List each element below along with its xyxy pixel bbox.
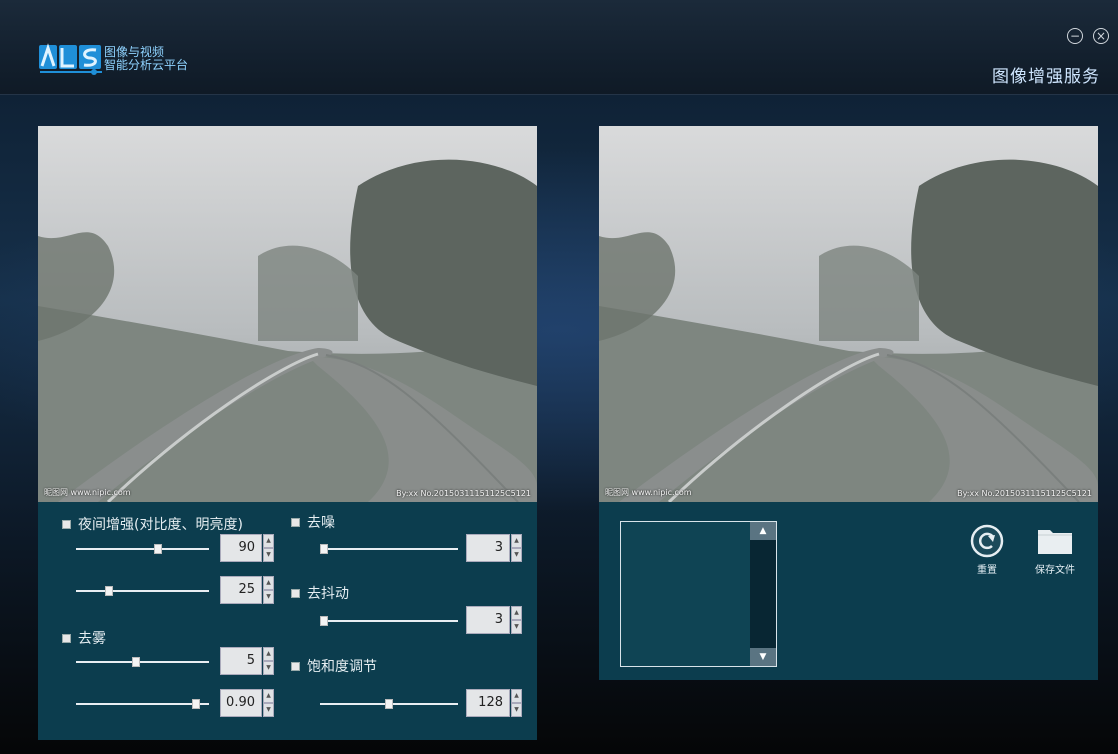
defog-strength-stepper[interactable]: ▲ ▼ xyxy=(263,647,274,675)
result-image-view: 昵图网 www.nipic.com By:xx No.2015031115112… xyxy=(599,126,1098,502)
deshake-checkbox[interactable]: 去抖动 xyxy=(291,583,349,603)
defog-ratio-slider-thumb[interactable] xyxy=(191,699,200,709)
defog-strength-slider[interactable] xyxy=(76,655,209,669)
saturation-slider[interactable] xyxy=(320,697,458,711)
decrease-icon[interactable]: ▼ xyxy=(511,548,522,562)
source-panel: 昵图网 www.nipic.com By:xx No.2015031115112… xyxy=(38,126,537,740)
result-foggy-road-image xyxy=(599,126,1098,502)
increase-icon[interactable]: ▲ xyxy=(263,647,274,661)
source-watermark-right: By:xx No.20150311151125C5121 xyxy=(396,489,531,498)
defog-strength-slider-thumb[interactable] xyxy=(131,657,140,667)
saturation-box[interactable] xyxy=(291,661,300,671)
defog-strength-value[interactable]: 5 xyxy=(220,647,262,675)
decrease-icon[interactable]: ▼ xyxy=(263,548,274,562)
saturation-checkbox[interactable]: 饱和度调节 xyxy=(291,656,377,676)
increase-icon[interactable]: ▲ xyxy=(511,606,522,620)
increase-icon[interactable]: ▲ xyxy=(511,534,522,548)
saturation-value[interactable]: 128 xyxy=(466,689,510,717)
defog-checkbox[interactable]: 去雾 xyxy=(62,628,106,648)
increase-icon[interactable]: ▲ xyxy=(263,534,274,548)
deshake-slider-track xyxy=(320,620,458,622)
increase-icon[interactable]: ▲ xyxy=(263,576,274,590)
saturation-label: 饱和度调节 xyxy=(307,659,377,675)
decrease-icon[interactable]: ▼ xyxy=(511,703,522,717)
defog-ratio-slider[interactable] xyxy=(76,697,209,711)
decrease-icon[interactable]: ▼ xyxy=(263,661,274,675)
deshake-slider[interactable] xyxy=(320,614,458,628)
denoise-spinbox[interactable]: 3 ▲ ▼ xyxy=(466,534,522,562)
defog-strength-slider-track xyxy=(76,661,209,663)
brightness-slider[interactable] xyxy=(76,584,209,598)
brightness-value[interactable]: 25 xyxy=(220,576,262,604)
reset-icon xyxy=(970,524,1004,558)
denoise-slider-track xyxy=(320,548,458,550)
brightness-spinbox[interactable]: 25 ▲ ▼ xyxy=(220,576,274,604)
defog-ratio-slider-track xyxy=(76,703,209,705)
denoise-value[interactable]: 3 xyxy=(466,534,510,562)
denoise-box[interactable] xyxy=(291,517,300,527)
brightness-stepper[interactable]: ▲ ▼ xyxy=(263,576,274,604)
result-panel: 昵图网 www.nipic.com By:xx No.2015031115112… xyxy=(599,126,1098,680)
denoise-slider[interactable] xyxy=(320,542,458,556)
minimize-icon[interactable]: − xyxy=(1067,28,1083,44)
deshake-slider-thumb[interactable] xyxy=(320,616,329,626)
decrease-icon[interactable]: ▼ xyxy=(263,590,274,604)
night-enhance-box[interactable] xyxy=(62,519,71,529)
scroll-down-icon[interactable]: ▼ xyxy=(750,648,776,666)
result-watermark-right: By:xx No.20150311151125C5121 xyxy=(957,489,1092,498)
denoise-slider-thumb[interactable] xyxy=(320,544,329,554)
deshake-stepper[interactable]: ▲ ▼ xyxy=(511,606,522,634)
saturation-slider-thumb[interactable] xyxy=(385,699,393,709)
reset-button[interactable]: 重置 xyxy=(969,524,1005,576)
denoise-checkbox[interactable]: 去噪 xyxy=(291,512,335,532)
brightness-slider-thumb[interactable] xyxy=(105,586,114,596)
brightness-slider-track xyxy=(76,590,209,592)
close-icon[interactable]: × xyxy=(1093,28,1109,44)
platform-name: 图像与视频 智能分析云平台 xyxy=(104,46,188,72)
platform-logo xyxy=(39,43,102,75)
title-bar: 图像与视频 智能分析云平台 − × 图像增强服务 xyxy=(0,0,1118,95)
contrast-slider-track xyxy=(76,548,209,550)
defog-ratio-value[interactable]: 0.90 xyxy=(220,689,262,717)
source-foggy-road-image xyxy=(38,126,537,502)
decrease-icon[interactable]: ▼ xyxy=(263,703,274,717)
saturation-stepper[interactable]: ▲ ▼ xyxy=(511,689,522,717)
deshake-value[interactable]: 3 xyxy=(466,606,510,634)
result-listbox[interactable]: ▲ ▼ xyxy=(620,521,777,667)
denoise-label: 去噪 xyxy=(307,515,335,531)
deshake-spinbox[interactable]: 3 ▲ ▼ xyxy=(466,606,522,634)
defog-ratio-stepper[interactable]: ▲ ▼ xyxy=(263,689,274,717)
increase-icon[interactable]: ▲ xyxy=(263,689,274,703)
listbox-scrollbar[interactable]: ▲ ▼ xyxy=(750,522,776,666)
contrast-stepper[interactable]: ▲ ▼ xyxy=(263,534,274,562)
defog-box[interactable] xyxy=(62,633,71,643)
increase-icon[interactable]: ▲ xyxy=(511,689,522,703)
scroll-up-icon[interactable]: ▲ xyxy=(750,522,776,540)
save-file-button[interactable]: 保存文件 xyxy=(1029,524,1081,576)
save-file-label: 保存文件 xyxy=(1035,565,1075,576)
service-title: 图像增强服务 xyxy=(992,67,1100,87)
contrast-slider-thumb[interactable] xyxy=(154,544,163,554)
reset-label: 重置 xyxy=(977,565,997,576)
defog-ratio-spinbox[interactable]: 0.90 ▲ ▼ xyxy=(220,689,274,717)
contrast-spinbox[interactable]: 90 ▲ ▼ xyxy=(220,534,274,562)
platform-name-line2: 智能分析云平台 xyxy=(104,58,189,72)
decrease-icon[interactable]: ▼ xyxy=(511,620,522,634)
saturation-spinbox[interactable]: 128 ▲ ▼ xyxy=(466,689,522,717)
source-image-view: 昵图网 www.nipic.com By:xx No.2015031115112… xyxy=(38,126,537,502)
deshake-label: 去抖动 xyxy=(307,586,349,602)
contrast-value[interactable]: 90 xyxy=(220,534,262,562)
night-enhance-checkbox[interactable]: 夜间增强(对比度、明亮度) xyxy=(62,514,243,534)
deshake-box[interactable] xyxy=(291,588,300,598)
defog-label: 去雾 xyxy=(78,631,106,647)
folder-icon xyxy=(1038,530,1072,554)
defog-strength-spinbox[interactable]: 5 ▲ ▼ xyxy=(220,647,274,675)
night-enhance-label: 夜间增强(对比度、明亮度) xyxy=(78,517,243,533)
app-window: 图像与视频 智能分析云平台 − × 图像增强服务 昵图网 www.nipic.c… xyxy=(0,0,1118,754)
source-watermark-left: 昵图网 www.nipic.com xyxy=(44,488,131,497)
result-watermark-left: 昵图网 www.nipic.com xyxy=(605,488,692,497)
contrast-slider[interactable] xyxy=(76,542,209,556)
denoise-stepper[interactable]: ▲ ▼ xyxy=(511,534,522,562)
